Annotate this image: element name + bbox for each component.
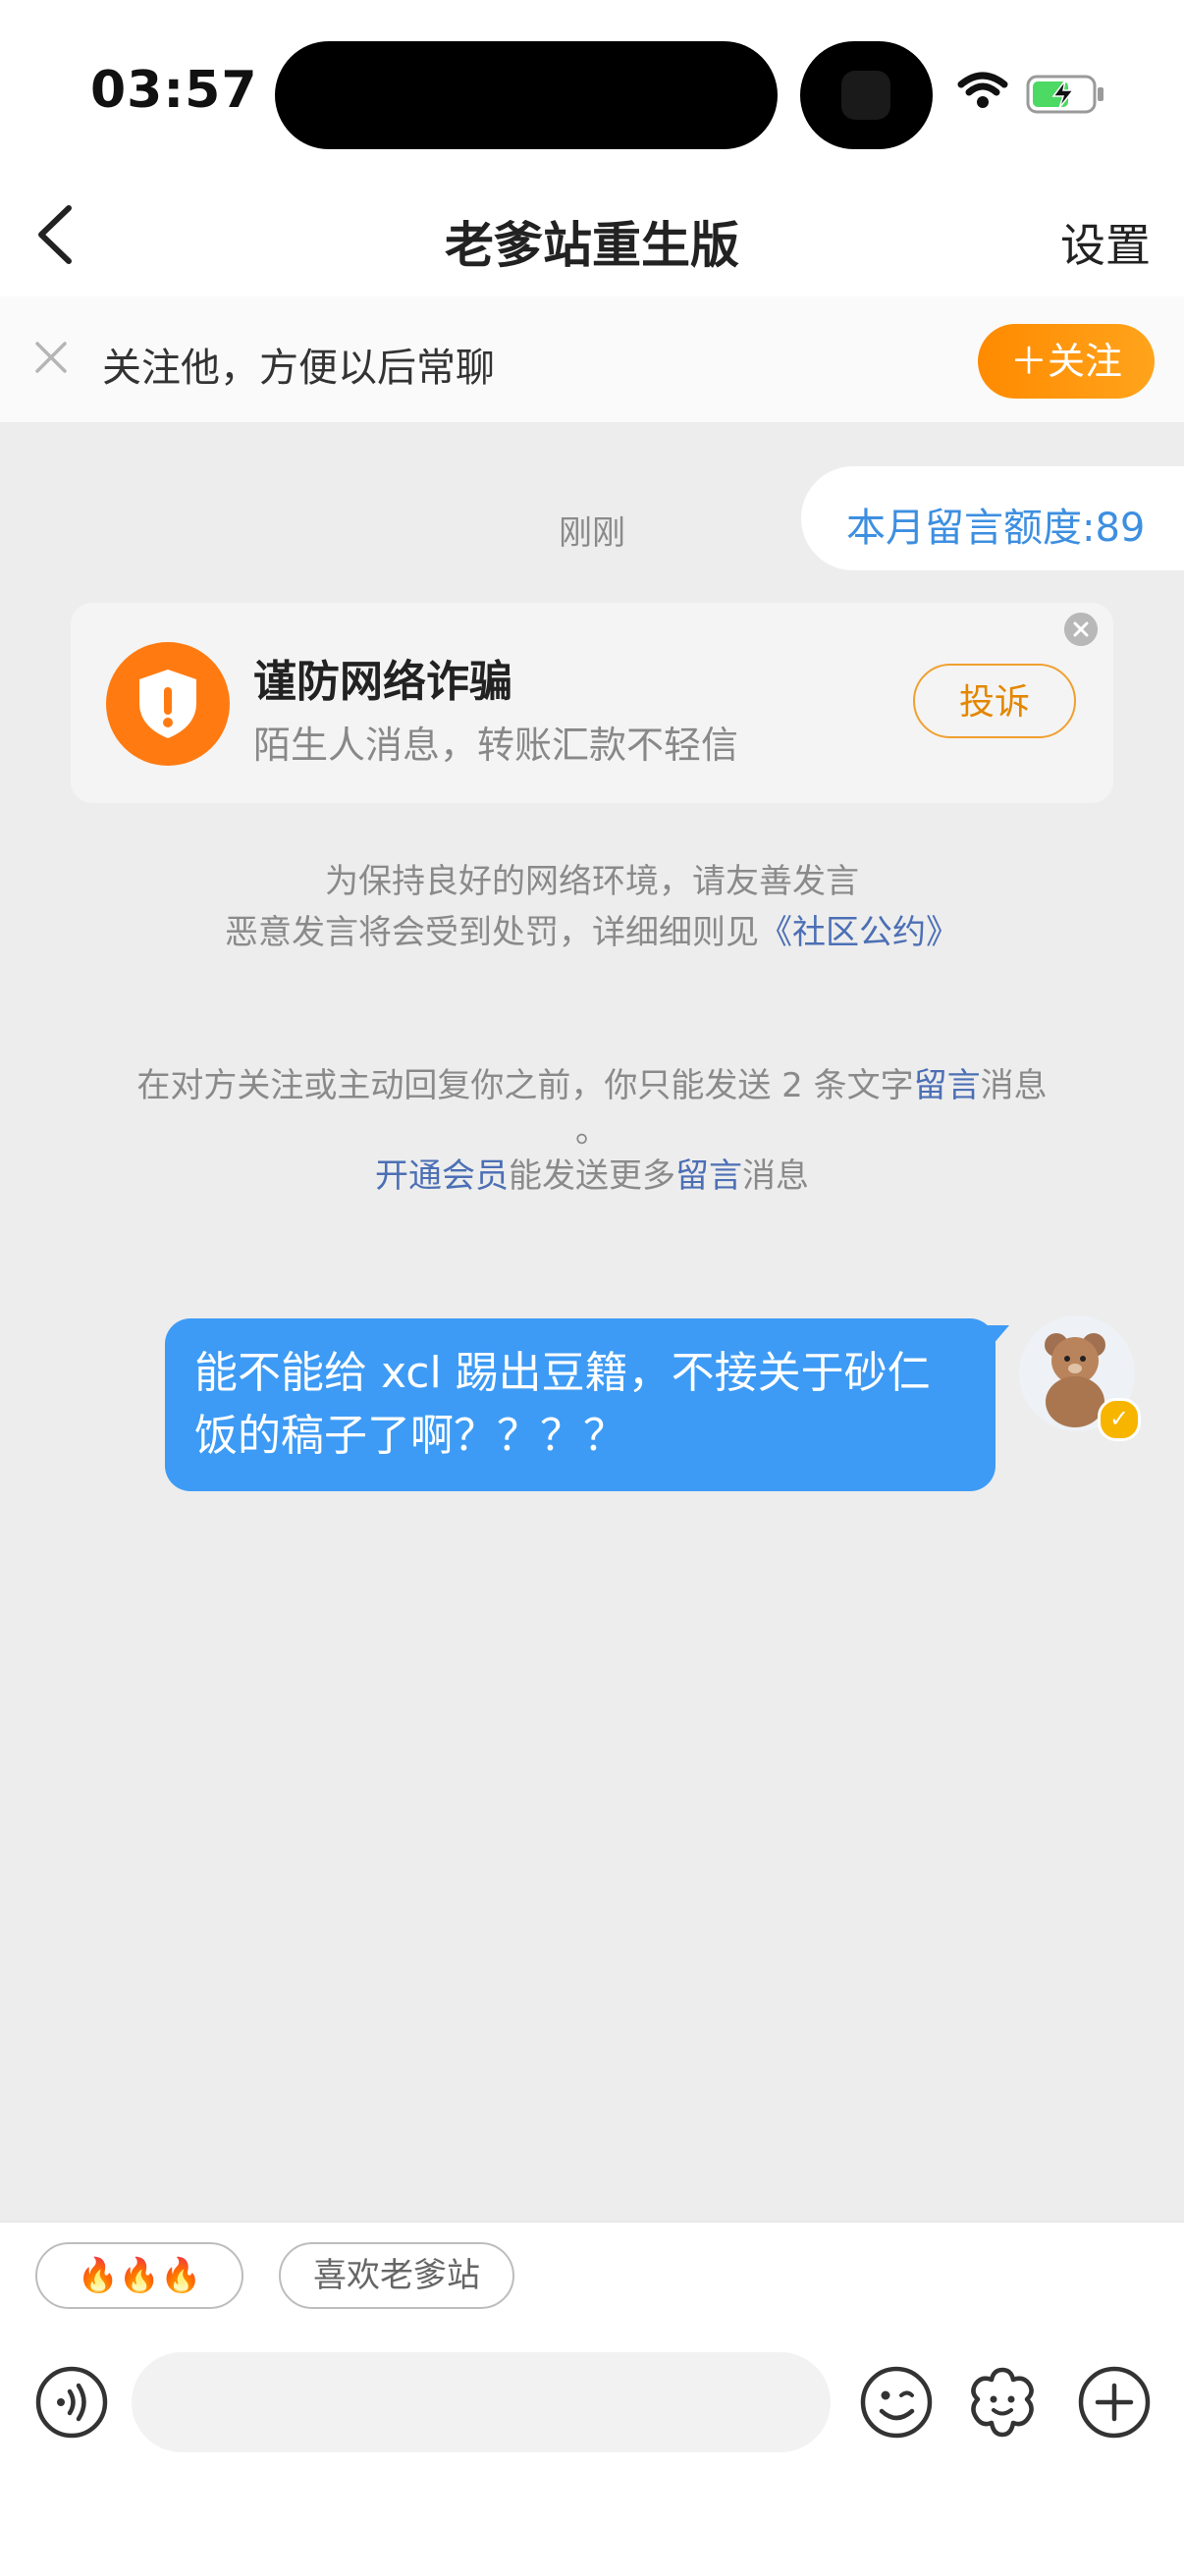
settings-button[interactable]: 设置: [1060, 210, 1151, 275]
wifi-icon: [957, 72, 1008, 108]
notice-text: 恶意发言将会受到处罚，详细细则见: [225, 913, 759, 952]
dismiss-warning-icon[interactable]: [1064, 613, 1098, 646]
page-title: 老爹站重生版: [445, 217, 739, 274]
notice-line: 开通会员能发送更多留言消息: [0, 1151, 1184, 1202]
notice-text: 消息: [980, 1066, 1048, 1105]
nav-bar: 老爹站重生版 设置: [0, 177, 1184, 298]
notice-line: 为保持良好的网络环境，请友善发言: [325, 862, 859, 901]
sticker-icon[interactable]: [964, 2364, 1041, 2441]
status-time: 03:57: [90, 61, 258, 120]
shield-icon: [106, 642, 230, 766]
message-bubble[interactable]: 能不能给 xcl 踢出豆籍，不接关于砂仁饭的稿子了啊？？？？: [165, 1318, 996, 1491]
follow-banner: 关注他，方便以后常聊 ＋关注: [0, 296, 1184, 422]
verified-badge-icon: ✓: [1098, 1398, 1141, 1441]
leave-message-link[interactable]: 留言: [914, 1066, 981, 1105]
battery-icon: [1026, 75, 1103, 114]
follow-button[interactable]: ＋关注: [978, 324, 1155, 399]
report-button[interactable]: 投诉: [913, 664, 1076, 738]
quick-reply-chip[interactable]: 🔥🔥🔥: [35, 2242, 243, 2309]
warning-title: 谨防网络诈骗: [253, 657, 512, 707]
warning-subtitle: 陌生人消息，转账汇款不轻信: [253, 724, 739, 767]
leave-message-link[interactable]: 留言: [675, 1156, 742, 1196]
status-bar: 03:57: [0, 0, 1184, 177]
community-notice: 为保持良好的网络环境，请友善发言 恶意发言将会受到处罚，详细细则见《社区公约》: [0, 856, 1184, 958]
bubble-tail: [986, 1325, 1009, 1353]
fraud-warning-card: 谨防网络诈骗 陌生人消息，转账汇款不轻信 投诉: [71, 603, 1113, 803]
open-membership-link[interactable]: 开通会员: [375, 1156, 509, 1196]
community-rules-link[interactable]: 《社区公约》: [759, 913, 959, 952]
voice-icon[interactable]: [33, 2364, 110, 2441]
notice-line: 。: [575, 1111, 609, 1151]
quota-label: 本月留言额度:89: [846, 506, 1146, 551]
plus-icon[interactable]: [1076, 2364, 1153, 2441]
notice-text: 在对方关注或主动回复你之前，你只能发送 2 条文字: [136, 1066, 914, 1105]
notice-line: 在对方关注或主动回复你之前，你只能发送 2 条文字留言消息: [0, 1060, 1184, 1111]
message-limit-notice: 在对方关注或主动回复你之前，你只能发送 2 条文字留言消息 。 开通会员能发送更…: [0, 1060, 1184, 1202]
dynamic-island: [275, 41, 778, 149]
front-camera: [800, 41, 933, 149]
notice-text: 能发送更多: [509, 1156, 675, 1196]
follow-prompt: 关注他，方便以后常聊: [102, 346, 495, 391]
notice-text: 消息: [742, 1156, 809, 1196]
message-quota-badge[interactable]: 本月留言额度:89: [801, 466, 1184, 570]
message-input[interactable]: [132, 2352, 831, 2452]
quick-reply-chip[interactable]: 喜欢老爹站: [279, 2242, 514, 2309]
input-area: 🔥🔥🔥 喜欢老爹站: [0, 2221, 1184, 2576]
notice-line: 恶意发言将会受到处罚，详细细则见《社区公约》: [0, 907, 1184, 958]
close-icon[interactable]: [31, 338, 71, 377]
message-text: 能不能给 xcl 踢出豆籍，不接关于砂仁饭的稿子了啊？？？？: [194, 1348, 931, 1461]
emoji-icon[interactable]: [858, 2364, 935, 2441]
